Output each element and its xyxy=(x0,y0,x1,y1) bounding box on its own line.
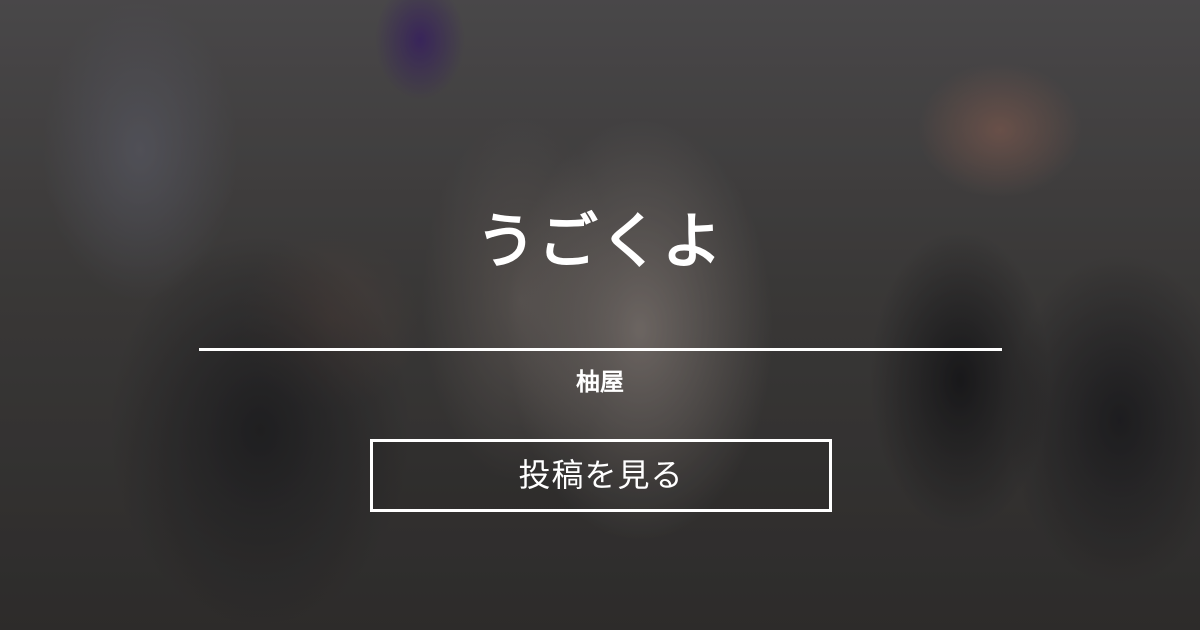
background-dim-overlay xyxy=(0,0,1200,630)
post-title: うごくよ xyxy=(476,207,724,277)
title-divider xyxy=(199,348,1002,351)
author-name: 柚屋 xyxy=(576,368,624,396)
share-card: うごくよ 柚屋 投稿を見る xyxy=(0,0,1200,630)
view-post-button[interactable]: 投稿を見る xyxy=(370,439,832,512)
